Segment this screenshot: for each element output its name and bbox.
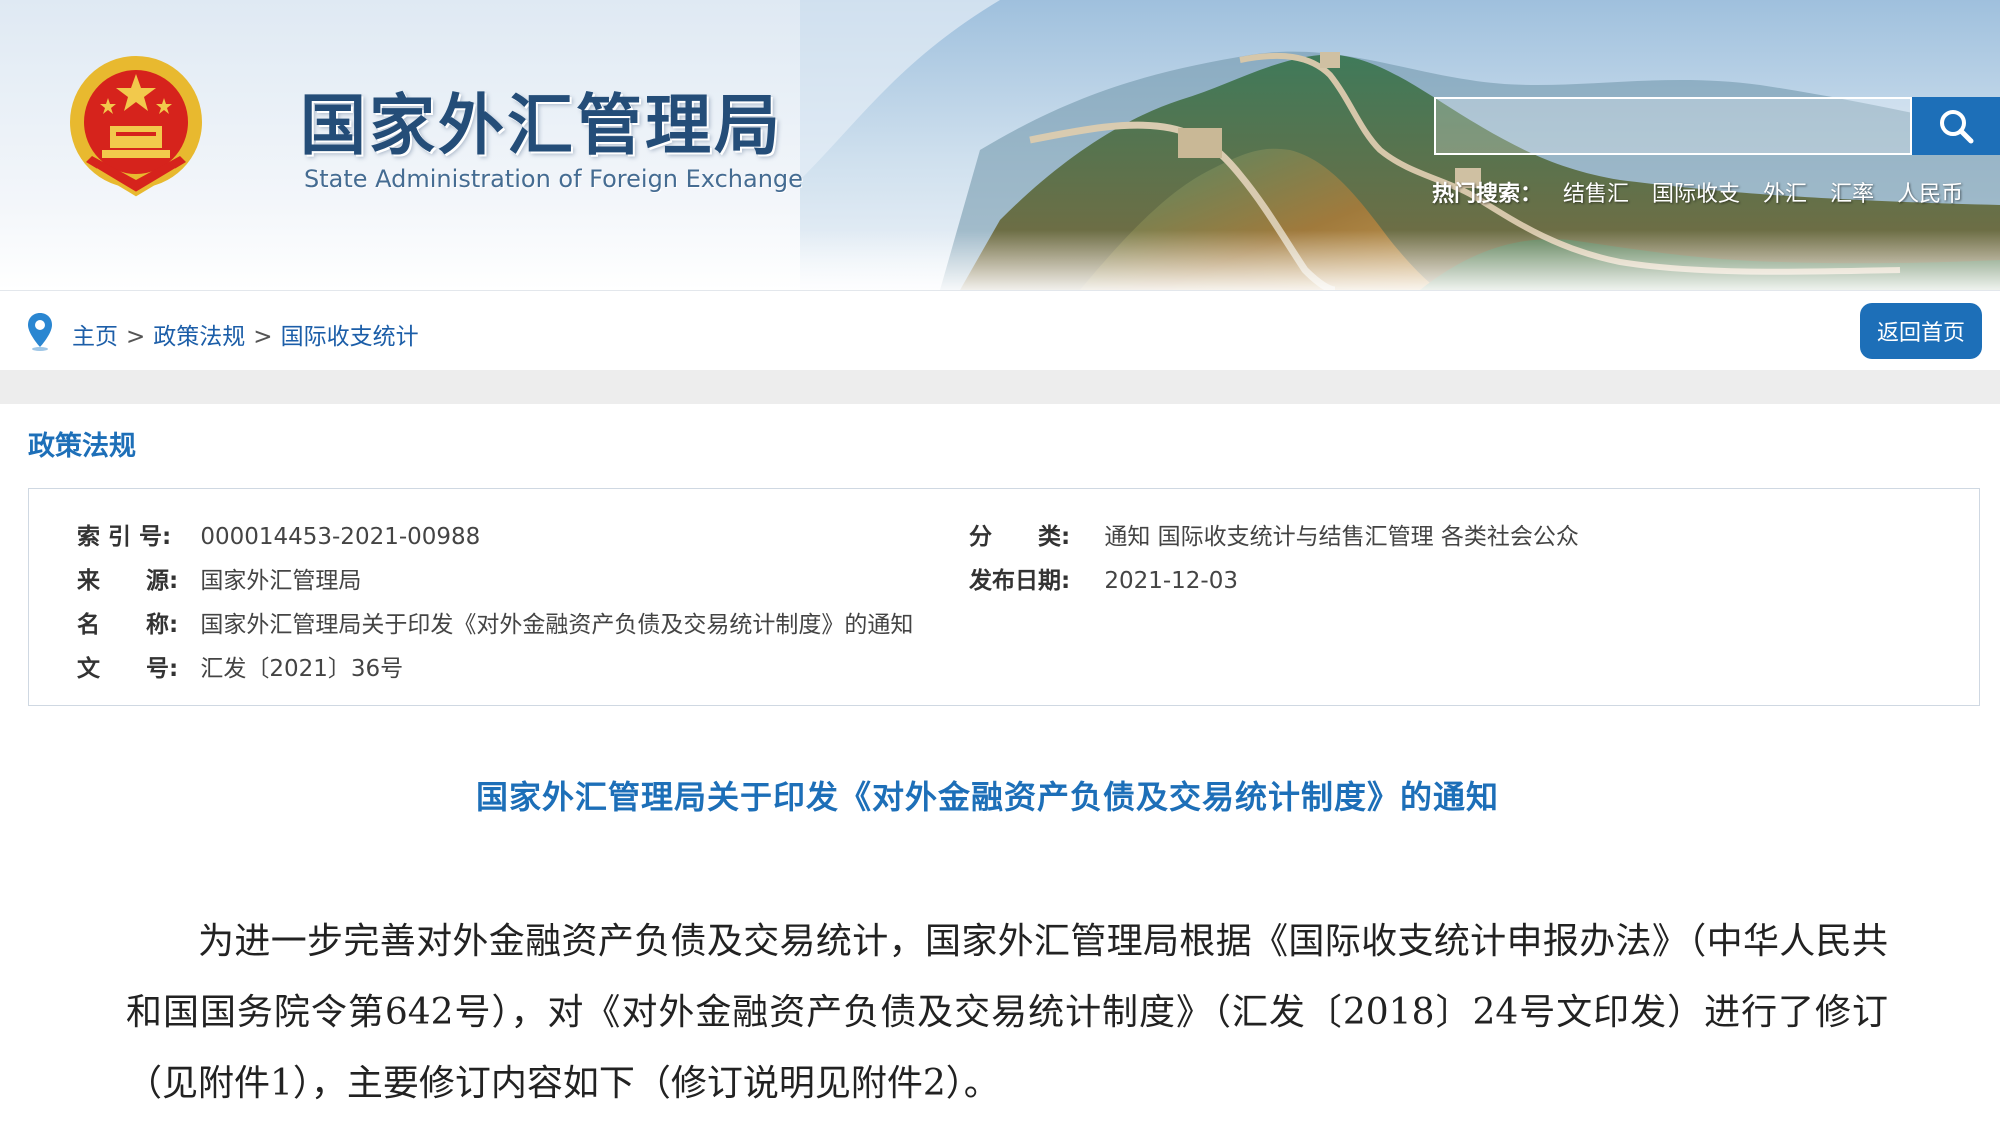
document-body-paragraph: 为进一步完善对外金融资产负债及交易统计，国家外汇管理局根据《国际收支统计申报办法… [126, 921, 1888, 1104]
breadcrumb-separator: > [253, 324, 273, 350]
search-input[interactable] [1434, 97, 1912, 155]
site-title: 国家外汇管理局 [300, 87, 783, 164]
meta-label: 来 源: [77, 568, 179, 594]
meta-name: 名 称: 国家外汇管理局关于印发《对外金融资产负债及交易统计制度》的通知 [77, 605, 913, 639]
meta-label: 名 称: [77, 612, 179, 638]
meta-value: 000014453-2021-00988 [200, 524, 481, 550]
meta-publish-date: 发布日期: 2021-12-03 [969, 561, 1238, 595]
meta-category: 分 类: 通知 国际收支统计与结售汇管理 各类社会公众 [969, 517, 1579, 551]
meta-label: 分 类: [969, 524, 1071, 550]
location-pin-icon [28, 313, 52, 351]
search-icon [1940, 110, 1974, 144]
return-home-button[interactable]: 返回首页 [1860, 303, 1982, 359]
meta-value: 2021-12-03 [1104, 568, 1238, 594]
breadcrumb-policy[interactable]: 政策法规 [153, 324, 245, 350]
hot-search-label: 热门搜索： [1432, 182, 1543, 207]
meta-value: 通知 国际收支统计与结售汇管理 各类社会公众 [1104, 524, 1579, 550]
meta-label: 文 号: [77, 656, 179, 682]
divider-band [0, 370, 2000, 404]
document-title: 国家外汇管理局关于印发《对外金融资产负债及交易统计制度》的通知 [475, 778, 1499, 816]
hot-search-link[interactable]: 外汇 [1763, 182, 1807, 207]
document-metadata-box: 索 引 号: 000014453-2021-00988 来 源: 国家外汇管理局… [28, 488, 1980, 706]
breadcrumb-bar: 主页 > 政策法规 > 国际收支统计 返回首页 [0, 290, 2000, 371]
hot-search-bar: 热门搜索： 结售汇 国际收支 外汇 汇率 人民币 [1432, 176, 1979, 208]
meta-value: 国家外汇管理局关于印发《对外金融资产负债及交易统计制度》的通知 [200, 612, 914, 638]
section-heading: 政策法规 [28, 431, 136, 462]
hot-search-link[interactable]: 结售汇 [1563, 182, 1629, 207]
site-header: 国家外汇管理局 State Administration of Foreign … [0, 0, 2000, 290]
meta-label: 发布日期: [969, 568, 1071, 594]
search-button[interactable] [1912, 97, 2000, 155]
breadcrumb-home[interactable]: 主页 [72, 324, 118, 350]
meta-index-no: 索 引 号: 000014453-2021-00988 [77, 517, 480, 551]
site-subtitle: State Administration of Foreign Exchange [304, 165, 803, 193]
breadcrumb: 主页 > 政策法规 > 国际收支统计 [72, 317, 419, 351]
hot-search-link[interactable]: 国际收支 [1652, 182, 1740, 207]
meta-value: 国家外汇管理局 [200, 568, 362, 594]
meta-doc-no: 文 号: 汇发〔2021〕36号 [77, 649, 403, 683]
meta-source: 来 源: 国家外汇管理局 [77, 561, 361, 595]
hot-search-link[interactable]: 汇率 [1830, 182, 1874, 207]
breadcrumb-separator: > [126, 324, 146, 350]
national-emblem-icon [70, 56, 202, 197]
hot-search-link[interactable]: 人民币 [1897, 182, 1963, 207]
meta-label: 索 引 号: [77, 524, 172, 550]
breadcrumb-bop-statistics[interactable]: 国际收支统计 [281, 324, 419, 350]
meta-value: 汇发〔2021〕36号 [200, 656, 404, 682]
